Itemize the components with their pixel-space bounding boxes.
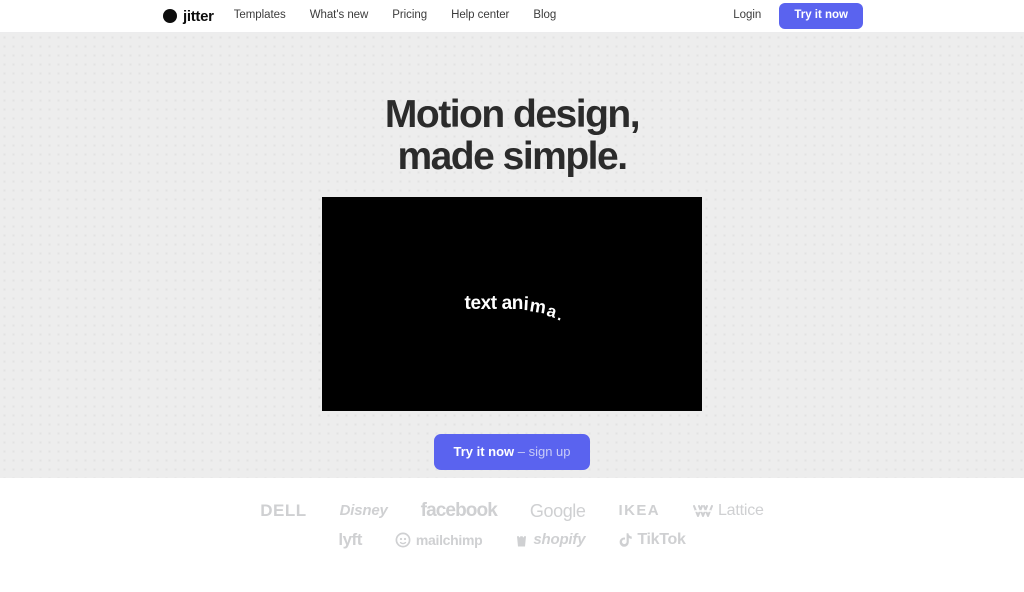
page-title-line-2: made simple. (397, 135, 628, 179)
logo-facebook-label: facebook (420, 500, 498, 521)
landing-page: jitter Templates What's new Pricing Help… (0, 0, 1024, 592)
logo-lattice-label: Lattice (717, 501, 764, 519)
lattice-mark-icon (692, 504, 713, 518)
logo-facebook: facebook (420, 500, 498, 521)
logo-ikea: IKEA (619, 503, 660, 518)
hero-section: Motion design, made simple. t e x t a n … (0, 33, 1024, 478)
site-header: jitter Templates What's new Pricing Help… (0, 0, 1024, 33)
hero-cta-sub-label: – sign up (514, 444, 571, 460)
header-actions: Login Try it now (733, 2, 863, 30)
brand-logo[interactable]: jitter (163, 9, 214, 24)
logo-shopify-label: shopify (533, 531, 586, 548)
hero-cta-strong-label: Try it now (453, 444, 515, 460)
caption-char: a (501, 293, 513, 315)
customer-logos-row-2: lyft mailchimp shopify TikTok (338, 530, 686, 548)
shopify-bag-icon (515, 532, 528, 548)
main-nav: Templates What's new Pricing Help center… (234, 10, 557, 22)
logo-lyft-label: lyft (338, 530, 362, 549)
login-link[interactable]: Login (733, 10, 761, 22)
logo-tiktok-label: TikTok (637, 530, 686, 548)
nav-link-whats-new[interactable]: What's new (310, 10, 369, 22)
logo-dell: DELL (260, 502, 306, 519)
logo-google-label: Google (529, 500, 586, 521)
nav-link-pricing[interactable]: Pricing (392, 10, 427, 22)
customer-logos-row-1: DELL Disney facebook Google IKEA Lattice (260, 500, 764, 521)
logo-disney-label: Disney (339, 502, 388, 519)
customer-logos-section: DELL Disney facebook Google IKEA Lattice… (0, 478, 1024, 592)
mailchimp-mark-icon (395, 532, 411, 548)
logo-disney: Disney (340, 503, 388, 518)
hero-video-player[interactable]: t e x t a n i m a . (322, 197, 702, 412)
nav-link-help-center[interactable]: Help center (451, 10, 509, 22)
brand-name: jitter (183, 7, 214, 25)
logo-ikea-label: IKEA (618, 502, 660, 519)
logo-mailchimp: mailchimp (395, 532, 483, 548)
circle-logo-mark (163, 9, 177, 23)
video-animated-caption: t e x t a n i m a . (322, 293, 702, 324)
caption-char: n (511, 293, 524, 315)
tiktok-note-icon (618, 532, 633, 548)
caption-char: e (470, 293, 481, 315)
logo-lattice: Lattice (692, 501, 764, 519)
caption-char: x (480, 293, 492, 315)
logo-lyft: lyft (338, 531, 362, 548)
hero-try-it-now-button[interactable]: Try it now – sign up (434, 434, 590, 471)
logo-tiktok: TikTok (618, 530, 686, 548)
logo-google: Google (530, 502, 586, 520)
nav-link-templates[interactable]: Templates (234, 10, 286, 22)
header-try-it-now-button[interactable]: Try it now (779, 2, 863, 30)
logo-shopify: shopify (515, 531, 586, 548)
logo-dell-label: DELL (260, 501, 307, 520)
nav-link-blog[interactable]: Blog (533, 10, 556, 22)
page-title: Motion design, made simple. (384, 93, 641, 179)
hero-cta-wrapper: Try it now – sign up (434, 434, 590, 471)
logo-mailchimp-label: mailchimp (415, 531, 483, 548)
page-title-line-1: Motion design, (384, 93, 641, 136)
caption-char: m (528, 296, 547, 319)
